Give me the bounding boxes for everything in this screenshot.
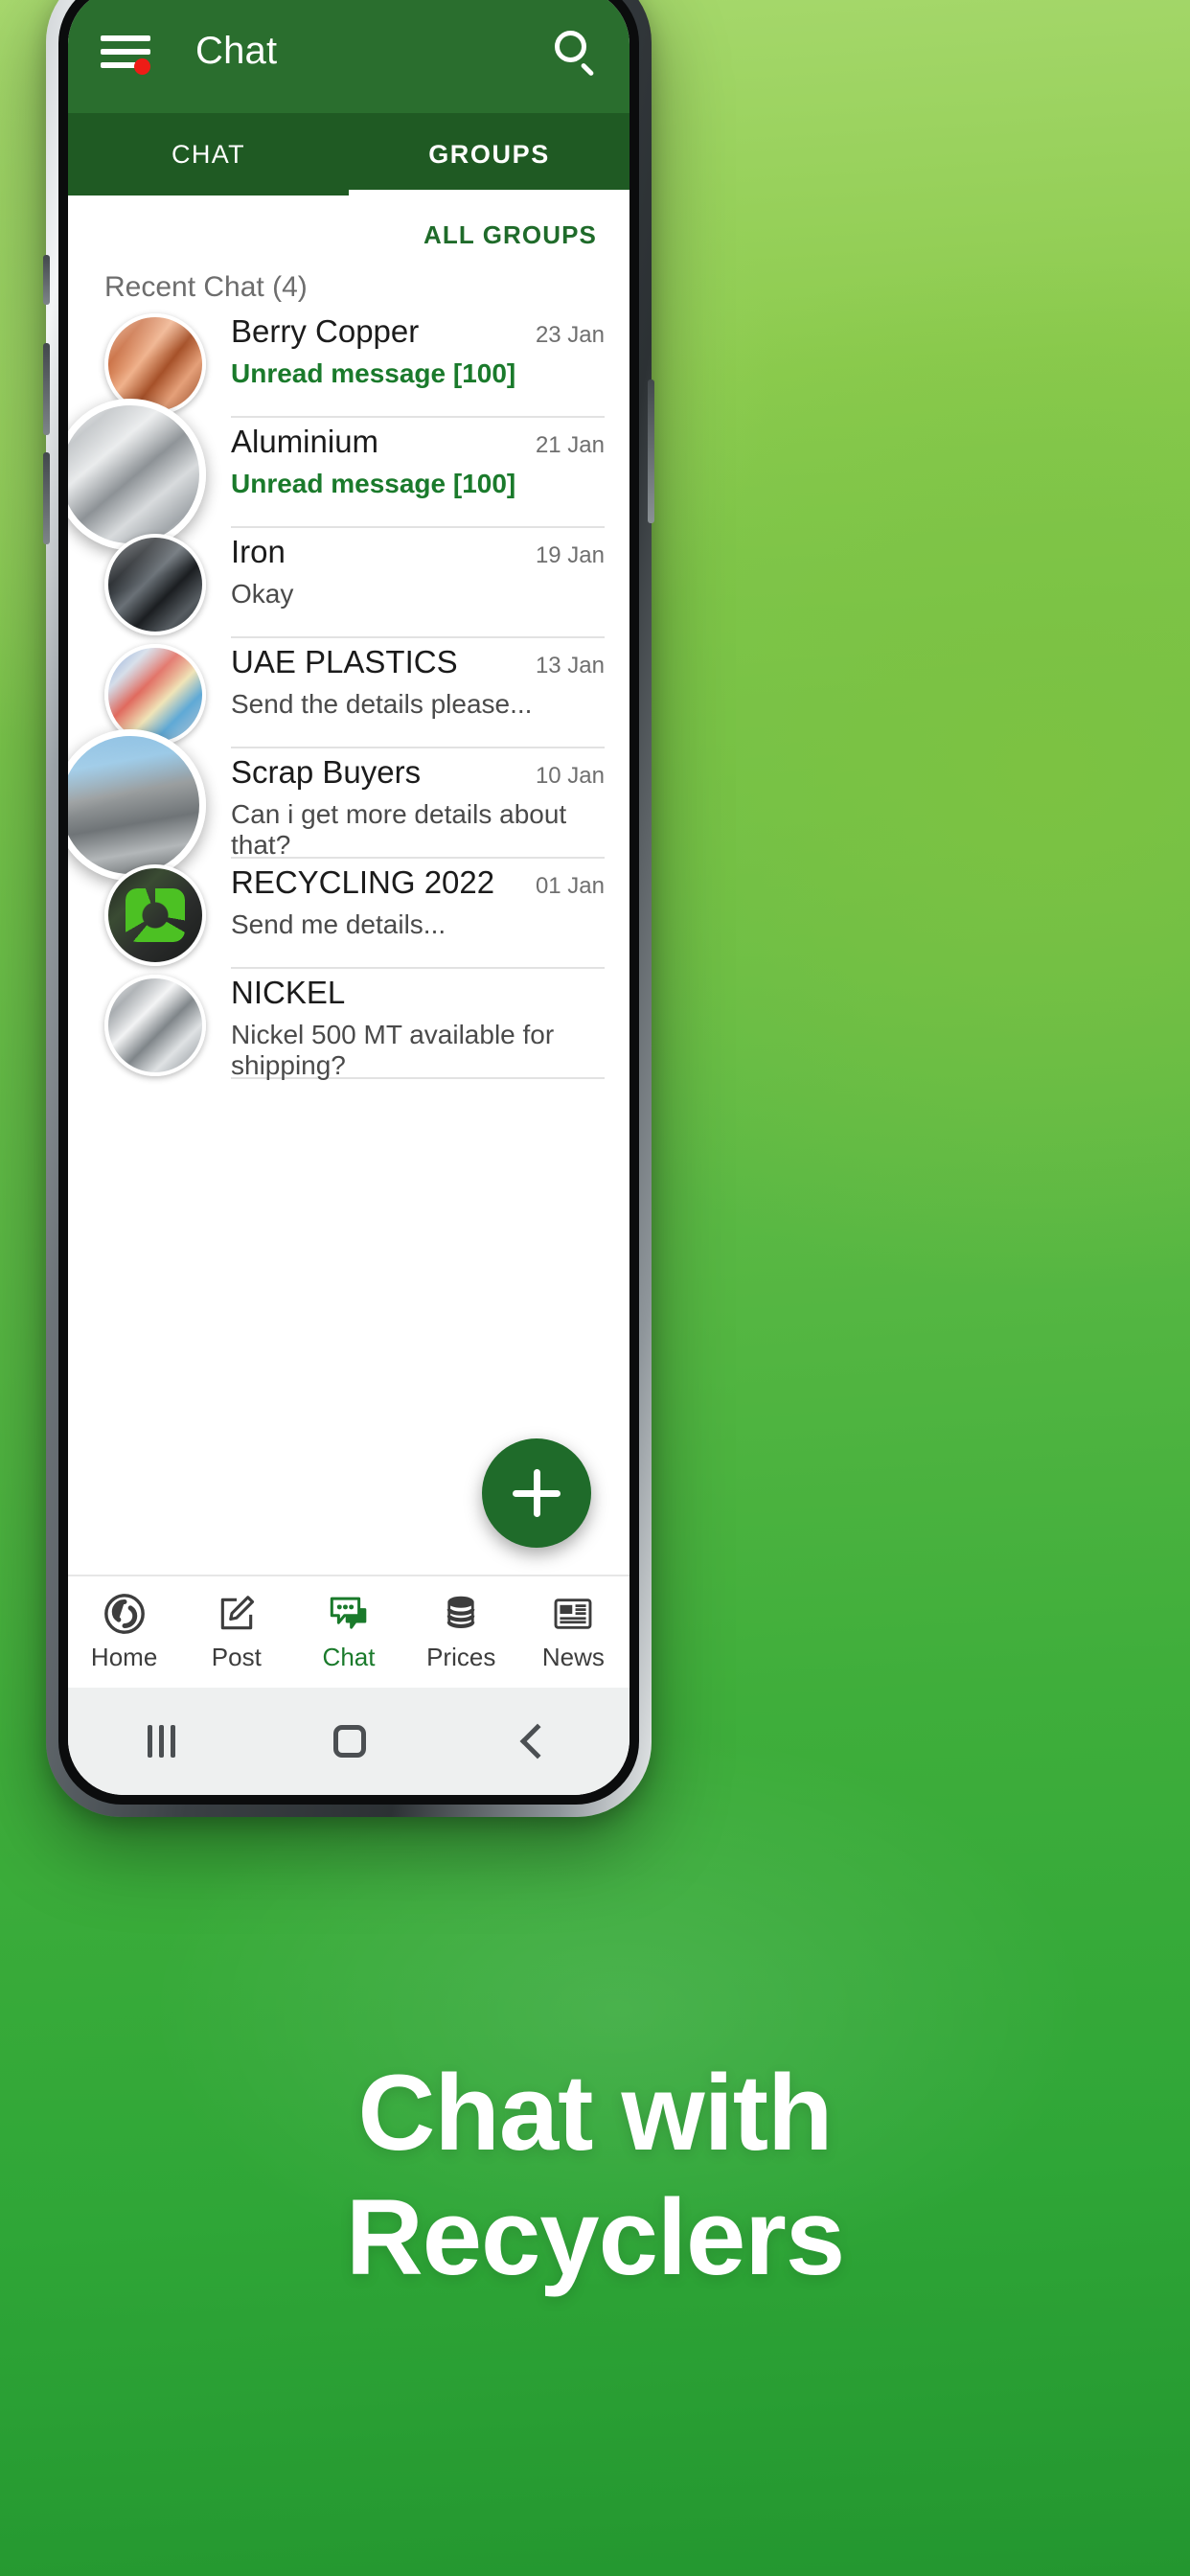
- phone-power-button: [648, 380, 654, 523]
- nav-item-chat[interactable]: Chat: [292, 1576, 404, 1688]
- newspaper-icon: [552, 1592, 594, 1636]
- phone-bezel: Chat CHAT GROUPS ALL GROUPS Recent Chat …: [58, 0, 639, 1805]
- chat-date: 10 Jan: [535, 763, 605, 789]
- phone-button-top: [43, 255, 50, 305]
- list-item[interactable]: Scrap Buyers 10 Jan Can i get more detai…: [68, 729, 629, 881]
- nav-item-prices[interactable]: Prices: [405, 1576, 517, 1688]
- chat-message: Unread message [100]: [231, 469, 516, 498]
- phone-mockup: Chat CHAT GROUPS ALL GROUPS Recent Chat …: [43, 0, 654, 1817]
- phone-volume-up: [43, 343, 50, 435]
- notification-dot-icon: [134, 58, 150, 75]
- nav-item-news[interactable]: News: [517, 1576, 629, 1688]
- headline-line-1: Chat with: [357, 2053, 834, 2173]
- chat-list-container: ALL GROUPS Recent Chat (4) Berry Copper …: [68, 196, 629, 1575]
- nickel-metal-avatar: [104, 975, 206, 1076]
- nav-label: News: [541, 1643, 605, 1671]
- bottom-navigation: Home Post Chat Prices News: [68, 1575, 629, 1688]
- nav-item-home[interactable]: Home: [68, 1576, 180, 1688]
- all-groups-link[interactable]: ALL GROUPS: [68, 196, 629, 250]
- phone-volume-down: [43, 452, 50, 544]
- nav-label: Post: [211, 1643, 262, 1671]
- list-item[interactable]: Iron 19 Jan Okay: [68, 530, 629, 640]
- tab-bar: CHAT GROUPS: [68, 113, 629, 196]
- chat-name: UAE PLASTICS: [231, 644, 458, 679]
- aluminium-bales-avatar: [68, 399, 206, 550]
- back-chevron-icon[interactable]: [519, 1723, 556, 1760]
- list-item[interactable]: RECYCLING 2022 01 Jan Send me details...: [68, 861, 629, 971]
- chat-name: Aluminium: [231, 424, 379, 459]
- nav-item-post[interactable]: Post: [180, 1576, 292, 1688]
- chat-message: Can i get more details about that?: [231, 799, 567, 860]
- nav-label: Chat: [322, 1643, 376, 1671]
- new-chat-fab[interactable]: [482, 1438, 591, 1548]
- chat-date: 01 Jan: [535, 873, 605, 899]
- page-title: Chat: [195, 29, 278, 72]
- chat-date: 21 Jan: [535, 432, 605, 458]
- headline-line-2: Recyclers: [345, 2176, 845, 2297]
- edit-document-icon: [216, 1592, 258, 1636]
- chat-message: Unread message [100]: [231, 358, 516, 388]
- app-bar: Chat: [68, 0, 629, 113]
- recent-chat-label: Recent Chat (4): [104, 271, 308, 303]
- chat-message: Nickel 500 MT available for shipping?: [231, 1020, 555, 1080]
- promo-headline: Chat with Recyclers: [0, 2051, 1190, 2300]
- search-icon[interactable]: [553, 29, 597, 77]
- chat-message: Send the details please...: [231, 689, 533, 719]
- chat-date: 23 Jan: [535, 322, 605, 348]
- chat-bubbles-icon: [327, 1592, 371, 1636]
- recycle-circle-icon: [103, 1592, 147, 1636]
- tab-groups[interactable]: GROUPS: [349, 113, 629, 196]
- nav-label: Home: [90, 1643, 158, 1671]
- home-square-icon[interactable]: [333, 1725, 367, 1758]
- scrap-yard-crane-avatar: [68, 729, 206, 881]
- app-screen: Chat CHAT GROUPS ALL GROUPS Recent Chat …: [68, 0, 629, 1795]
- coins-stack-icon: [441, 1592, 481, 1636]
- chat-name: RECYCLING 2022: [231, 864, 495, 900]
- tab-chat[interactable]: CHAT: [68, 113, 349, 196]
- chat-message: Send me details...: [231, 909, 446, 939]
- nav-label: Prices: [426, 1643, 496, 1671]
- chat-name: Berry Copper: [231, 313, 420, 349]
- system-navigation-bar: [68, 1688, 629, 1795]
- iron-scrap-avatar: [104, 534, 206, 635]
- recents-icon[interactable]: [147, 1725, 175, 1758]
- chat-name: Scrap Buyers: [231, 754, 422, 790]
- chat-message: Okay: [231, 579, 294, 609]
- list-item[interactable]: NICKEL Nickel 500 MT available for shipp…: [68, 971, 629, 1081]
- list-item[interactable]: Aluminium 21 Jan Unread message [100]: [68, 399, 629, 550]
- chat-name: NICKEL: [231, 975, 346, 1010]
- chat-date: 13 Jan: [535, 653, 605, 678]
- chat-date: 19 Jan: [535, 542, 605, 568]
- recycling-symbol-avatar: [104, 864, 206, 966]
- chat-name: Iron: [231, 534, 286, 569]
- hamburger-menu-icon[interactable]: [101, 34, 150, 75]
